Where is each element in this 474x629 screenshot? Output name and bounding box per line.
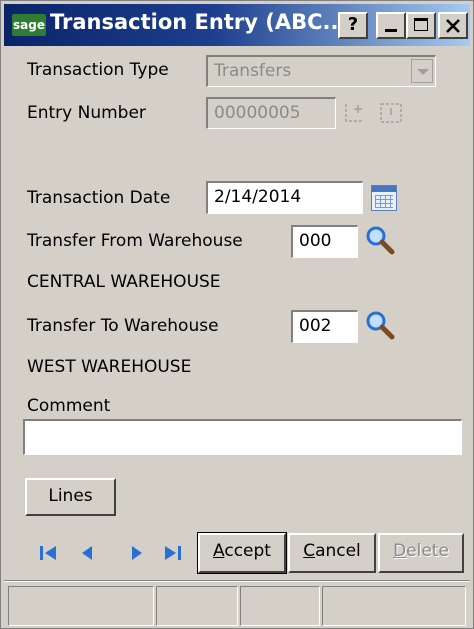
from-warehouse-name: CENTRAL WAREHOUSE <box>27 272 221 292</box>
delete-label: elete <box>406 541 449 561</box>
transaction-type-label: Transaction Type <box>27 60 169 80</box>
transaction-type-value: Transfers <box>214 61 292 81</box>
from-warehouse-field[interactable]: 000 <box>291 225 358 258</box>
transaction-type-select[interactable]: Transfers <box>206 55 436 87</box>
next-entry-icon[interactable] <box>342 101 372 127</box>
transaction-date-value: 2/14/2014 <box>214 187 302 207</box>
last-entry-icon[interactable] <box>377 101 407 127</box>
window-title: Transaction Entry (ABC... <box>50 10 347 34</box>
entry-number-value: 00000005 <box>214 103 301 123</box>
close-button[interactable] <box>438 12 468 39</box>
previous-record-icon[interactable] <box>75 541 99 565</box>
cancel-button[interactable]: Cancel <box>288 533 376 573</box>
status-cell <box>8 586 154 626</box>
accept-label: ccept <box>224 541 271 561</box>
accept-button[interactable]: Accept <box>197 532 287 574</box>
status-separator <box>4 580 470 582</box>
comment-field[interactable] <box>23 419 462 455</box>
last-record-icon[interactable] <box>161 541 185 565</box>
close-icon <box>446 19 460 33</box>
status-cell <box>322 586 466 626</box>
delete-button[interactable]: Delete <box>378 533 464 573</box>
accept-hotkey: A <box>213 541 225 561</box>
to-warehouse-name: WEST WAREHOUSE <box>27 357 192 377</box>
lines-button[interactable]: Lines <box>25 478 116 516</box>
delete-hotkey: D <box>393 541 407 561</box>
cancel-label: ancel <box>315 541 361 561</box>
chevron-down-icon[interactable] <box>411 59 433 83</box>
maximize-icon <box>414 18 428 31</box>
to-warehouse-label: Transfer To Warehouse <box>27 316 219 336</box>
status-cell <box>240 586 320 626</box>
first-record-icon[interactable] <box>36 541 60 565</box>
to-warehouse-field[interactable]: 002 <box>291 310 358 343</box>
transaction-entry-window: sage Transaction Entry (ABC... ? Transac… <box>0 0 474 629</box>
calendar-icon[interactable] <box>371 185 397 211</box>
entry-number-field[interactable]: 00000005 <box>206 97 336 129</box>
status-cell <box>156 586 238 626</box>
to-warehouse-value: 002 <box>299 316 332 336</box>
minimize-icon <box>385 29 397 32</box>
next-record-icon[interactable] <box>125 541 149 565</box>
comment-label: Comment <box>27 396 111 416</box>
search-icon[interactable] <box>365 310 395 340</box>
status-bar <box>4 586 470 626</box>
transaction-date-field[interactable]: 2/14/2014 <box>206 181 363 214</box>
help-button[interactable]: ? <box>338 12 368 39</box>
entry-number-label: Entry Number <box>27 103 146 123</box>
cancel-hotkey: C <box>303 541 316 561</box>
maximize-button[interactable] <box>406 12 436 39</box>
from-warehouse-label: Transfer From Warehouse <box>27 231 243 251</box>
transaction-date-label: Transaction Date <box>27 188 171 208</box>
from-warehouse-value: 000 <box>299 231 332 251</box>
title-bar[interactable]: sage Transaction Entry (ABC... ? <box>4 4 470 46</box>
sage-logo: sage <box>12 14 46 36</box>
search-icon[interactable] <box>365 225 395 255</box>
minimize-button[interactable] <box>376 12 406 39</box>
